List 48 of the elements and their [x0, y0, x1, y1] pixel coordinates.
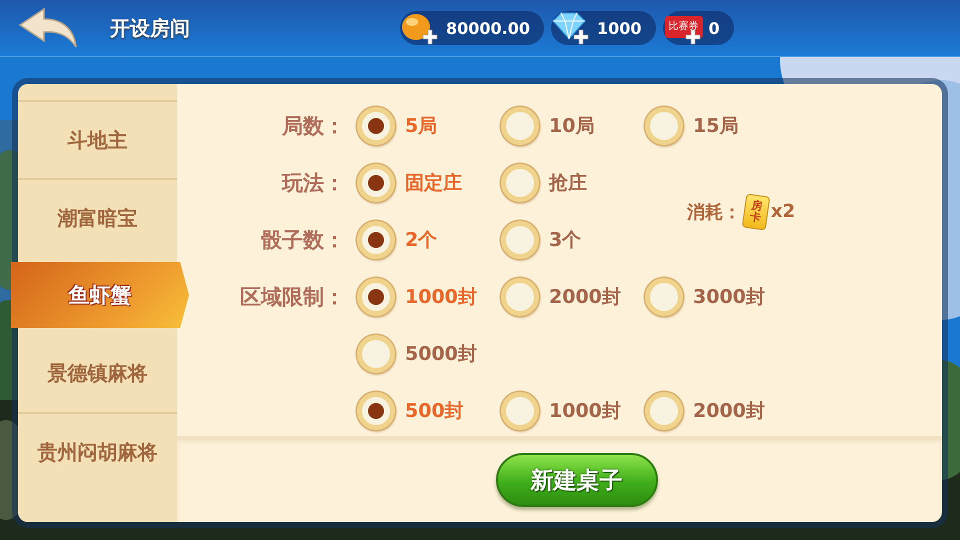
radio-button[interactable] [501, 107, 539, 145]
radio-button[interactable] [645, 107, 683, 145]
sidebar-tab[interactable]: 斗地主 [18, 100, 177, 178]
option-label[interactable]: 3个 [549, 227, 582, 253]
radio-button[interactable] [357, 107, 395, 145]
option-group-label: 玩法： [282, 170, 345, 197]
option-label[interactable]: 1000封 [405, 284, 477, 310]
selected-tab[interactable]: 鱼虾蟹 [11, 262, 189, 328]
option-label[interactable]: 10局 [549, 113, 594, 139]
option-label[interactable]: 5000封 [405, 341, 477, 367]
radio-button[interactable] [357, 164, 395, 202]
sidebar-tab[interactable]: 贵州闷胡麻将 [18, 412, 177, 490]
option-label[interactable]: 2000封 [693, 398, 765, 424]
option-label[interactable]: 3000封 [693, 284, 765, 310]
radio-button[interactable] [357, 392, 395, 430]
currency-amount: 1000 [597, 18, 642, 38]
option-label[interactable]: 抢庄 [549, 170, 587, 196]
radio-button[interactable] [501, 278, 539, 316]
room-card-text: 房卡 [748, 198, 763, 224]
option-label[interactable]: 500封 [405, 398, 464, 424]
option-group-label: 骰子数： [261, 227, 345, 254]
sidebar-tab[interactable]: 景德镇麻将 [18, 334, 177, 412]
currency-amount: 0 [708, 18, 720, 38]
plus-icon[interactable] [684, 29, 701, 45]
radio-button[interactable] [501, 164, 539, 202]
create-table-button[interactable]: 新建桌子 [496, 453, 658, 507]
option-label[interactable]: 固定庄 [405, 170, 462, 196]
radio-button[interactable] [501, 392, 539, 430]
plus-icon[interactable] [573, 29, 590, 45]
radio-button[interactable] [501, 221, 539, 259]
option-group-label: 区域限制： [240, 284, 345, 311]
option-label[interactable]: 2个 [405, 227, 438, 253]
option-group-label: 局数： [282, 113, 345, 140]
radio-button[interactable] [645, 278, 683, 316]
cost-label: 消耗： [686, 200, 741, 224]
option-label[interactable]: 2000封 [549, 284, 621, 310]
plus-icon[interactable] [422, 29, 438, 45]
radio-button[interactable] [357, 335, 395, 373]
window-title: 开设房间 [110, 14, 191, 42]
currency-amount: 80000.00 [446, 18, 530, 38]
sidebar-tab[interactable]: 潮富暗宝 [18, 178, 177, 256]
option-label[interactable]: 1000封 [549, 398, 621, 424]
radio-button[interactable] [357, 278, 395, 316]
option-label[interactable]: 5局 [405, 113, 438, 139]
radio-button[interactable] [357, 221, 395, 259]
radio-button[interactable] [645, 392, 683, 430]
option-label[interactable]: 15局 [693, 113, 738, 139]
cost-multiplier: x2 [770, 201, 795, 222]
